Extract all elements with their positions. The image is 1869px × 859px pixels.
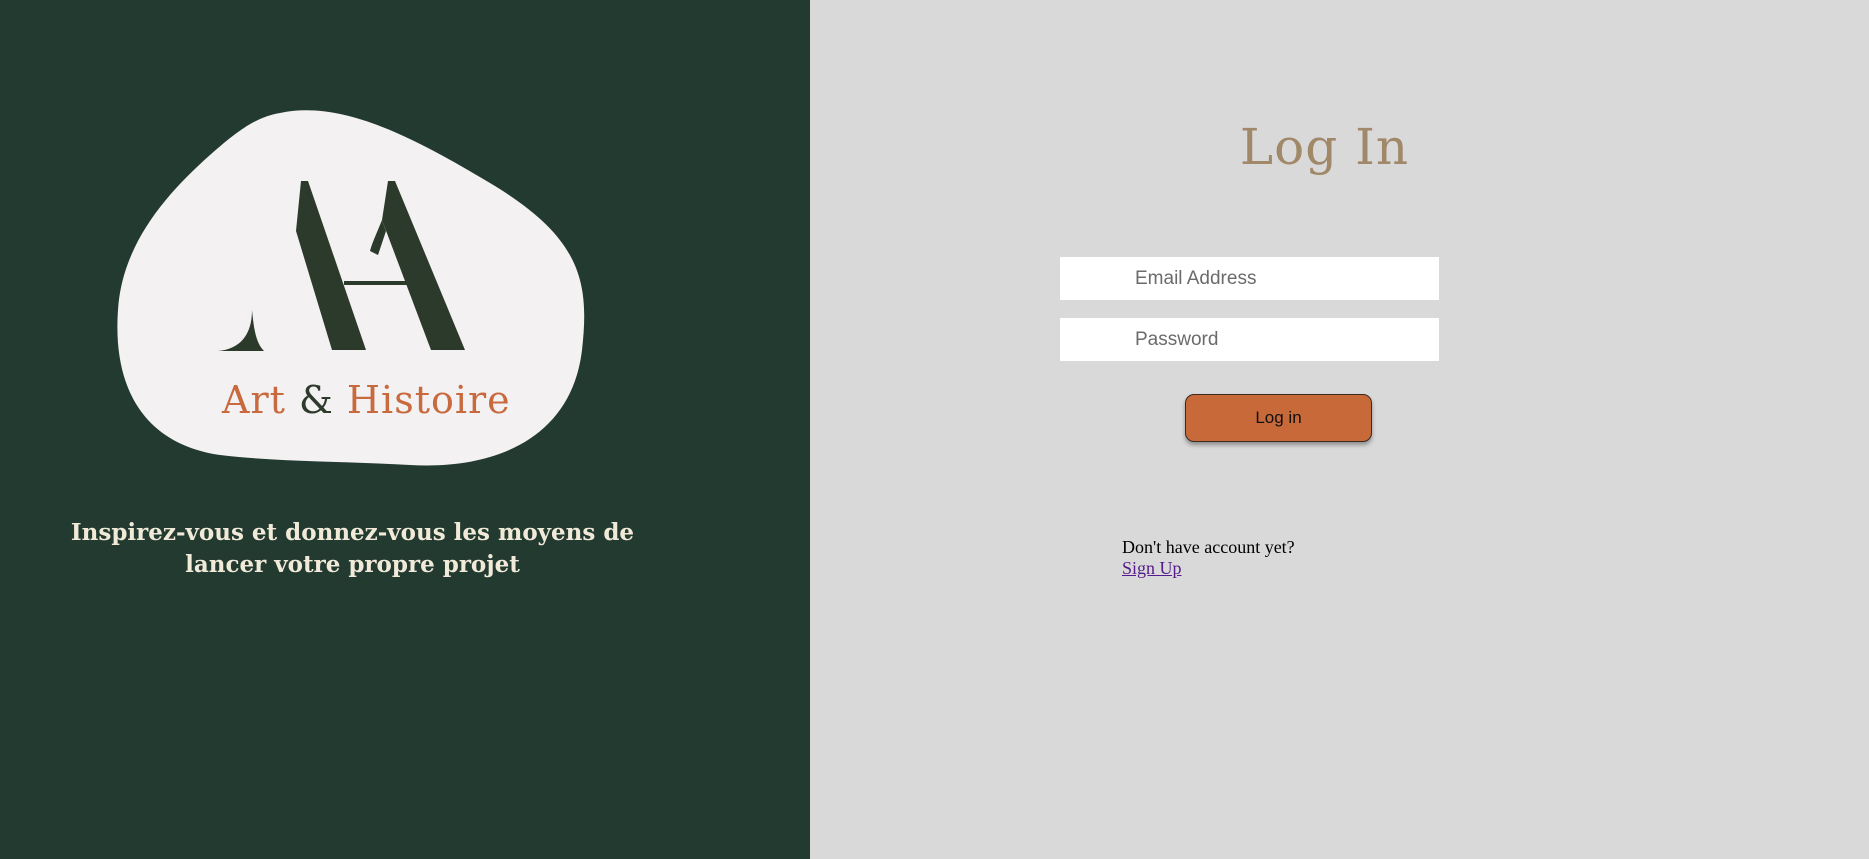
brand-name-art: Art (222, 378, 286, 422)
brand-panel: Art & Histoire Inspirez-vous et donnez-v… (0, 0, 810, 859)
password-field[interactable] (1060, 318, 1439, 361)
email-field[interactable] (1060, 257, 1439, 300)
brand-tagline: Inspirez-vous et donnez-vous les moyens … (70, 519, 635, 578)
brand-name-ampersand: & (298, 378, 334, 422)
login-title: Log In (1239, 118, 1410, 176)
signup-block: Don't have account yet? Sign Up (1122, 537, 1295, 579)
login-page: Art & Histoire Inspirez-vous et donnez-v… (0, 0, 1869, 859)
login-button[interactable]: Log in (1185, 394, 1372, 442)
signup-prompt: Don't have account yet? (1122, 537, 1295, 557)
brand-name-histoire: Histoire (346, 378, 511, 422)
signup-link[interactable]: Sign Up (1122, 558, 1182, 578)
login-panel: Log In Log in Don't have account yet? Si… (810, 0, 1869, 859)
login-title-row: Log In (810, 118, 1869, 176)
brand-name: Art & Histoire (222, 378, 511, 422)
